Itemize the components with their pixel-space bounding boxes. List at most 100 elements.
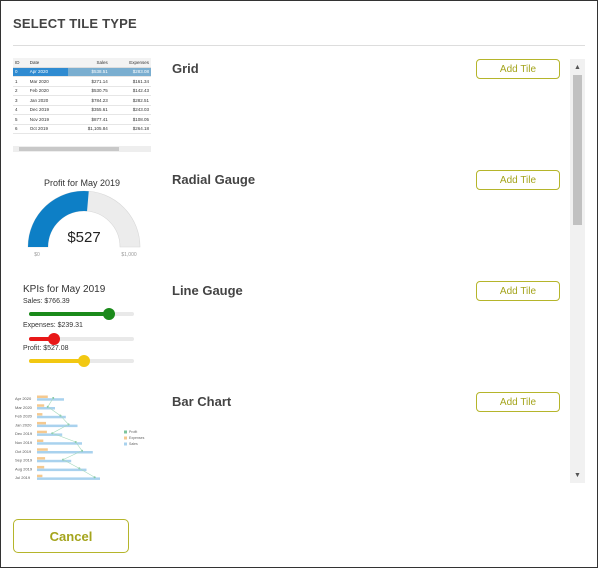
grid-preview-cell: $355.61 [68,105,110,115]
grid-preview-cell: $1,105.84 [68,124,110,134]
tile-option-grid: ID Date Sales Expenses 0 Apr 2020 $538.51 $… [13,56,573,167]
scroll-down-arrow-icon[interactable]: ▼ [570,469,585,481]
grid-preview-row: 3 Jan 2020 $784.23 $282.51 [13,95,151,106]
title-divider [13,45,585,46]
tile-option-radial-gauge: Profit for May 2019 $527 $0 $1,000 Radia… [13,167,573,278]
radial-gauge-min: $0 [34,252,40,258]
line-gauge-expenses-knob [48,333,60,345]
grid-preview-cell: $108.05 [109,114,151,125]
add-tile-button-radial-gauge[interactable]: Add Tile [476,170,560,190]
line-gauge-title: KPIs for May 2019 [23,284,106,295]
grid-preview-cell: 0 [13,67,28,77]
cancel-button[interactable]: Cancel [13,519,129,553]
grid-preview-row: 5 Nov 2019 $877.41 $108.05 [13,114,151,125]
bar-chart-preview-image: Apr 2020 Mar 2020 Feb 2020 Jan 2020 Dec 2019… [13,389,153,486]
line-gauge-expenses-label: Expenses: $239.31 [23,322,83,329]
bar-chart-legend-label: Sales [129,442,138,446]
bar-chart-expenses-bar [37,457,46,460]
grid-preview-cell: $538.51 [68,67,110,77]
dialog-title: SELECT TILE TYPE [13,16,137,31]
bar-chart-expenses-bar [37,421,46,425]
grid-preview-cell: $877.41 [68,114,110,125]
bar-chart-expenses-bar [37,413,43,416]
grid-preview-row: 2 Feb 2020 $530.75 $142.43 [13,86,151,96]
bar-chart-sales-bar [37,407,55,410]
tile-option-bar-chart: Apr 2020 Mar 2020 Feb 2020 Jan 2020 Dec 2019… [13,389,573,486]
radial-gauge-value: $527 [67,229,100,246]
grid-preview-image: ID Date Sales Expenses 0 Apr 2020 $538.51 $… [13,56,153,156]
bar-chart-expenses-bar [37,430,47,434]
bar-chart-category-label: Nov 2019 [15,440,33,445]
bar-chart-expenses-bar [37,404,45,407]
grid-preview-cell: Oct 2019 [27,124,69,134]
grid-preview-cell: $530.75 [68,86,110,96]
radial-gauge-title: Profit for May 2019 [44,178,120,188]
line-gauge-profit-label: Profit: $527.08 [23,345,69,352]
line-gauge-profit-track [29,355,134,367]
grid-preview-cell: $282.51 [109,95,151,106]
bar-chart-category-label: Dec 2019 [15,431,33,436]
bar-chart-expenses-bar [37,465,45,469]
bar-chart-legend-swatch [124,436,127,440]
grid-preview-cell: $784.23 [68,95,110,106]
line-gauge-sales-label: Sales: $766.39 [23,298,70,305]
add-tile-button-grid[interactable]: Add Tile [476,59,560,79]
grid-preview-table: ID Date Sales Expenses 0 Apr 2020 $538.51 $… [13,58,151,134]
line-gauge-sales-knob [103,308,115,320]
grid-preview-cell: Mar 2020 [27,76,69,87]
tile-option-line-gauge: KPIs for May 2019 Sales: $766.39 Expense… [13,278,573,389]
line-gauge-expenses-track [29,333,134,345]
bar-chart-category-label: Aug 2019 [15,466,33,471]
line-gauge-preview-image: KPIs for May 2019 Sales: $766.39 Expense… [13,278,153,378]
bar-chart-expenses-bar [37,395,48,398]
grid-preview-cell: $271.14 [68,76,110,87]
bar-chart-legend-label: Profit [129,430,137,434]
tile-name-grid: Grid [172,61,199,76]
grid-preview-row: 0 Apr 2020 $538.51 $283.08 [13,67,151,77]
grid-preview-scrollbar [13,146,151,152]
add-tile-button-line-gauge[interactable]: Add Tile [476,281,560,301]
bar-chart-preview-svg: Apr 2020 Mar 2020 Feb 2020 Jan 2020 Dec 2019… [15,395,145,480]
grid-preview-cell: Nov 2019 [27,114,69,125]
bar-chart-expenses-bar [37,439,44,442]
bar-chart-sales-bar [37,451,93,454]
grid-preview-cell: Dec 2019 [27,105,69,115]
select-tile-dialog: SELECT TILE TYPE ID Date Sales Expenses … [0,0,598,568]
bar-chart-expenses-bar [37,474,43,478]
grid-preview-cell: Apr 2020 [27,67,69,77]
bar-chart-sales-bar [37,477,100,480]
bar-chart-profit-line [47,397,95,478]
grid-preview-cell: Feb 2020 [27,86,69,96]
tile-name-bar-chart: Bar Chart [172,394,232,409]
grid-header-id: ID [13,58,28,68]
bar-chart-legend-label: Expenses [129,436,145,440]
grid-preview-header-row: ID Date Sales Expenses [13,58,151,68]
line-gauge-profit-knob [78,355,90,367]
bar-chart-sales-bar [37,398,64,401]
add-tile-button-bar-chart[interactable]: Add Tile [476,392,560,412]
tile-type-list[interactable]: ID Date Sales Expenses 0 Apr 2020 $538.51 $… [13,56,587,486]
list-scrollbar[interactable]: ▲ ▼ [570,59,585,483]
bar-chart-legend-swatch [124,430,127,434]
grid-header-date: Date [27,58,69,68]
bar-chart-category-label: Oct 2019 [15,449,32,454]
scroll-up-arrow-icon[interactable]: ▲ [570,61,585,73]
scrollbar-thumb[interactable] [573,75,582,225]
bar-chart-category-label: Mar 2020 [15,405,33,410]
grid-preview-cell: $142.43 [109,86,151,96]
bar-chart-category-label: Jan 2020 [15,422,32,427]
grid-header-sales: Sales [68,58,110,68]
grid-preview-cell: Jan 2020 [27,95,69,106]
grid-preview-cell: $264.18 [109,124,151,134]
bar-chart-category-label: Sep 2019 [15,458,33,463]
grid-preview-cell: $161.34 [109,76,151,87]
grid-preview-cell: 4 [13,105,28,115]
grid-preview-cell: $243.03 [109,105,151,115]
radial-gauge-preview-image: Profit for May 2019 $527 $0 $1,000 [13,167,153,267]
grid-preview-cell: 2 [13,86,28,96]
bar-chart-category-label: Jul 2019 [15,475,31,480]
grid-preview-row: 4 Dec 2019 $355.61 $243.03 [13,105,151,115]
grid-preview-cell: 5 [13,114,28,125]
bar-chart-expenses-bar [37,448,48,451]
grid-preview-cell: 1 [13,76,28,87]
